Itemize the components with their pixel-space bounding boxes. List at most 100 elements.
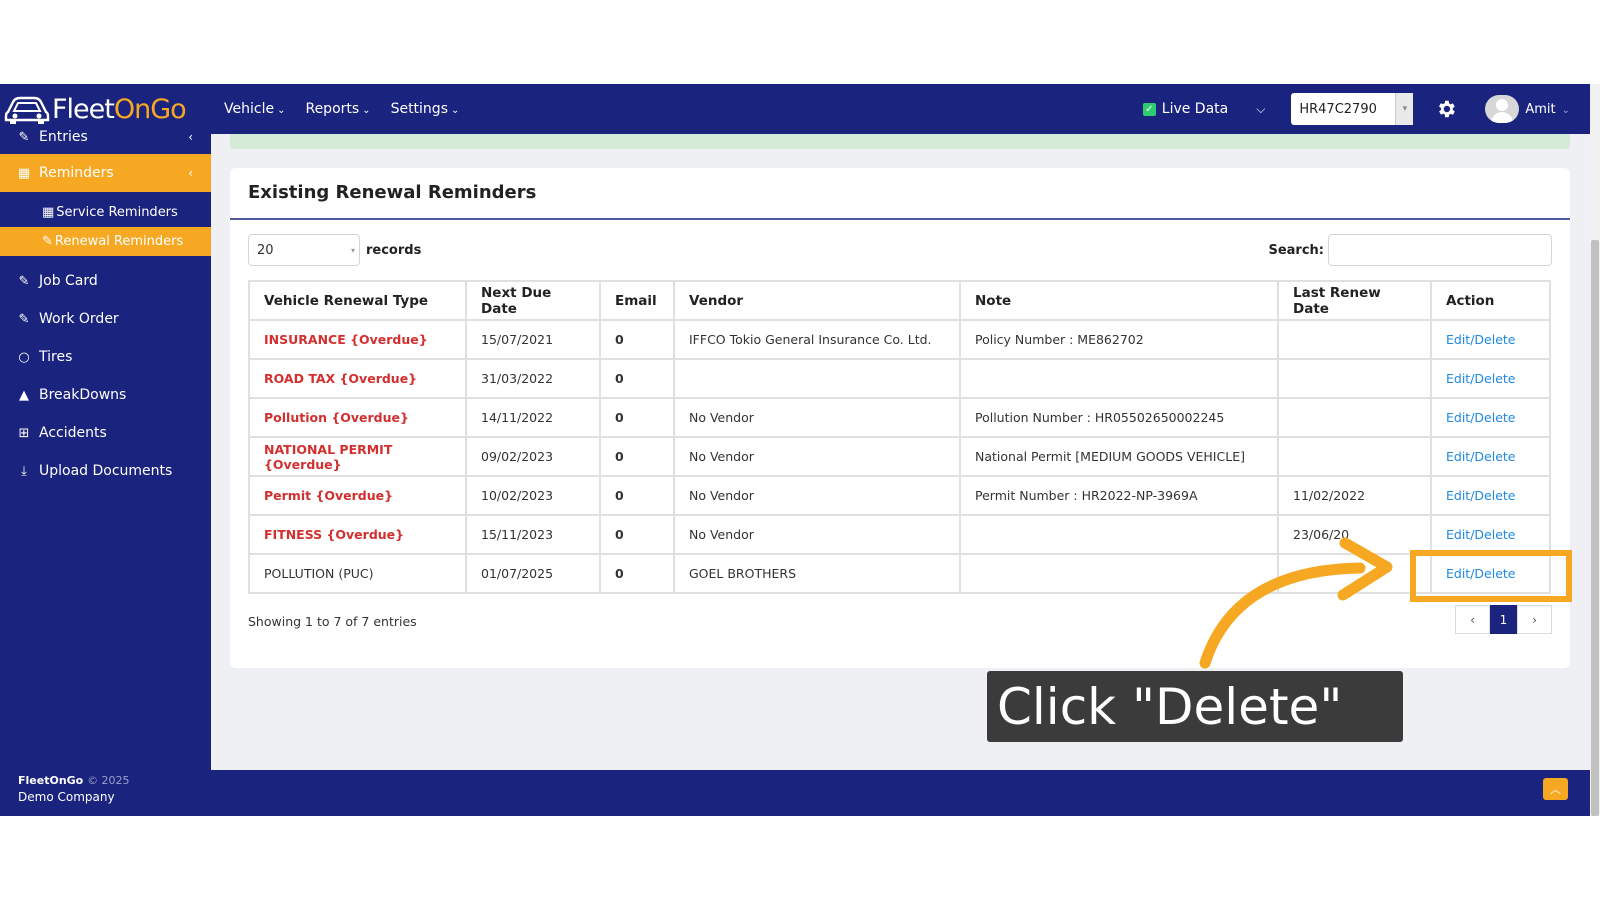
menu-settings[interactable]: Settings ⌄ <box>391 101 460 117</box>
cell-renewal-type: FITNESS {Overdue} <box>248 514 467 555</box>
live-data-toggle[interactable]: ✓ Live Data <box>1142 101 1229 117</box>
chevron-left-icon: ‹ <box>188 166 193 180</box>
success-alert <box>230 134 1570 149</box>
edit-delete-link[interactable]: Edit/Delete <box>1446 332 1516 347</box>
cell-email: 0 <box>599 319 675 360</box>
edit-delete-link[interactable]: Edit/Delete <box>1446 371 1516 386</box>
sidebar-item-label: Accidents <box>39 425 107 441</box>
sidebar-subitem-label: Service Reminders <box>56 205 178 220</box>
cell-next-due-date: 10/02/2023 <box>465 475 601 516</box>
sidebar-subitem-label: Renewal Reminders <box>54 234 184 249</box>
main-menu: Vehicle ⌄ Reports ⌄ Settings ⌄ <box>224 101 459 117</box>
cell-next-due-date: 31/03/2022 <box>465 358 601 399</box>
cell-note: National Permit [MEDIUM GOODS VEHICLE] <box>959 436 1279 477</box>
calendar-icon: ▦ <box>42 205 55 220</box>
cell-next-due-date: 15/07/2021 <box>465 319 601 360</box>
logo[interactable]: FleetOnGo <box>4 92 216 126</box>
chevron-down-icon[interactable]: ⌵ <box>1256 102 1265 117</box>
cell-next-due-date: 14/11/2022 <box>465 397 601 438</box>
logo-part1: Fleet <box>52 93 115 125</box>
avatar <box>1485 95 1520 123</box>
cell-action: Edit/Delete <box>1430 319 1551 360</box>
edit-delete-link[interactable]: Edit/Delete <box>1446 527 1516 542</box>
cell-email: 0 <box>599 553 675 594</box>
page-1-button[interactable]: 1 <box>1490 605 1517 634</box>
dropdown-arrow-icon[interactable]: ▾ <box>1395 93 1414 125</box>
sidebar-item-label: Upload Documents <box>39 463 173 479</box>
edit-icon: ✎ <box>18 129 30 145</box>
cell-email: 0 <box>599 436 675 477</box>
cell-last-renew-date <box>1277 436 1432 477</box>
cell-vendor: IFFCO Tokio General Insurance Co. Ltd. <box>673 319 961 360</box>
cell-last-renew-date <box>1277 397 1432 438</box>
cell-email: 0 <box>599 475 675 516</box>
scrollbar-thumb[interactable] <box>1591 240 1599 816</box>
sidebar-item-label: BreakDowns <box>39 387 127 403</box>
sidebar-item-accidents[interactable]: ⊞ Accidents <box>0 414 211 452</box>
prev-page-button[interactable]: ‹ <box>1455 605 1490 634</box>
vehicle-select-value: HR47C2790 <box>1299 101 1377 117</box>
next-page-button[interactable]: › <box>1517 605 1552 634</box>
search-input[interactable] <box>1328 234 1552 266</box>
logo-part2: OnGo <box>113 93 187 125</box>
live-data-label: Live Data <box>1161 101 1229 117</box>
sidebar-item-label: Tires <box>39 349 73 365</box>
chevron-down-icon: ⌄ <box>362 104 371 116</box>
cell-renewal-type: INSURANCE {Overdue} <box>248 319 467 360</box>
calendar-icon: ▦ <box>17 165 31 181</box>
sidebar-item-work-order[interactable]: ✎ Work Order <box>0 300 211 338</box>
column-header[interactable]: Vendor <box>673 280 961 321</box>
column-header[interactable]: Action <box>1430 280 1551 321</box>
table-row: ROAD TAX {Overdue} 31/03/2022 0 Edit/Delete <box>248 358 1551 399</box>
cell-next-due-date: 15/11/2023 <box>465 514 601 555</box>
column-header[interactable]: Note <box>959 280 1279 321</box>
user-menu[interactable]: Amit ⌄ <box>1485 95 1570 123</box>
page-length-select[interactable]: 20 ▾ <box>248 234 360 266</box>
page-length-control: 20 ▾ records <box>248 234 421 266</box>
page-length-value: 20 <box>257 242 274 258</box>
footer-brand: FleetOnGo <box>18 774 84 787</box>
cell-last-renew-date: 11/02/2022 <box>1277 475 1432 516</box>
column-header[interactable]: Next Due Date <box>465 280 601 321</box>
gear-icon[interactable] <box>1435 98 1457 120</box>
sidebar-subitem-service-reminders[interactable]: ▦ Service Reminders <box>0 198 211 227</box>
column-header[interactable]: Last Renew Date <box>1277 280 1432 321</box>
logo-text: FleetOnGo <box>52 93 187 125</box>
sidebar-item-reminders[interactable]: ▦ Reminders ‹ <box>0 154 211 192</box>
cell-vendor: GOEL BROTHERS <box>673 553 961 594</box>
sidebar-item-upload-documents[interactable]: ⤓ Upload Documents <box>0 452 211 490</box>
sidebar-item-breakdowns[interactable]: ▲ BreakDowns <box>0 376 211 414</box>
sidebar-item-job-card[interactable]: ✎ Job Card <box>0 262 211 300</box>
column-header[interactable]: Vehicle Renewal Type <box>248 280 467 321</box>
menu-vehicle[interactable]: Vehicle ⌄ <box>224 101 285 117</box>
edit-delete-link[interactable]: Edit/Delete <box>1446 410 1516 425</box>
chevron-down-icon: ⌄ <box>450 104 460 116</box>
chevron-down-icon: ⌄ <box>1561 104 1570 116</box>
sidebar-item-entries[interactable]: ✎ Entries ‹ <box>0 128 211 146</box>
scroll-to-top-button[interactable]: ︿ <box>1543 778 1568 800</box>
edit-delete-link[interactable]: Edit/Delete <box>1446 488 1516 503</box>
menu-reports[interactable]: Reports ⌄ <box>305 101 370 117</box>
cell-action: Edit/Delete <box>1430 358 1551 399</box>
sidebar-item-label: Reminders <box>39 165 114 181</box>
car-logo-icon <box>4 96 50 124</box>
search-label: Search: <box>1268 242 1324 258</box>
table-info: Showing 1 to 7 of 7 entries <box>248 614 417 629</box>
edit-delete-link[interactable]: Edit/Delete <box>1446 449 1516 464</box>
sidebar-subitem-renewal-reminders[interactable]: ✎ Renewal Reminders <box>0 227 211 256</box>
vehicle-select[interactable]: HR47C2790 ▾ <box>1291 93 1414 125</box>
sidebar: ✎ Entries ‹ ▦ Reminders ‹ ▦ Service Remi… <box>0 129 211 816</box>
table-row: Pollution {Overdue} 14/11/2022 0 No Vendor P… <box>248 397 1551 438</box>
sidebar-item-tires[interactable]: ○ Tires <box>0 338 211 376</box>
sidebar-item-label: Work Order <box>39 311 119 327</box>
circle-icon: ○ <box>18 349 30 365</box>
cell-last-renew-date <box>1277 358 1432 399</box>
pointer-arrow-icon <box>1199 537 1393 669</box>
footer-year: © 2025 <box>87 774 130 787</box>
cell-next-due-date: 09/02/2023 <box>465 436 601 477</box>
column-header[interactable]: Email <box>599 280 675 321</box>
cell-renewal-type: POLLUTION (PUC) <box>248 553 467 594</box>
cell-note: Permit Number : HR2022-NP-3969A <box>959 475 1279 516</box>
download-icon: ⤓ <box>21 463 27 479</box>
checkbox-checked-icon[interactable]: ✓ <box>1142 102 1156 116</box>
